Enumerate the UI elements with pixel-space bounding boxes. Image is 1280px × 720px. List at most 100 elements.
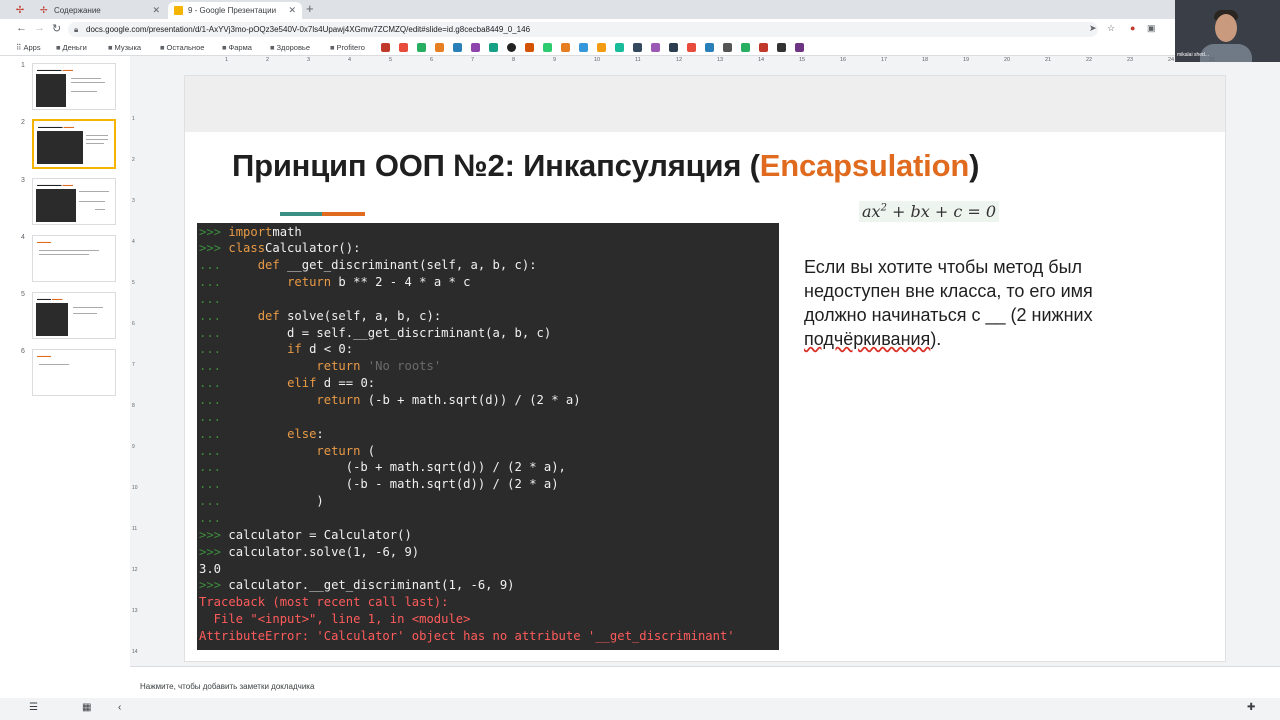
code-screenshot[interactable]: >>> importmath >>> classCalculator():... … (197, 223, 779, 650)
bookmark-favicon-icon[interactable] (435, 43, 444, 52)
thumb-text (71, 82, 105, 83)
bookmark-favicon-icon[interactable] (399, 43, 408, 52)
webcam-person (1215, 14, 1237, 42)
bookmark-favicon-icon[interactable] (687, 43, 696, 52)
quadratic-formula-image[interactable]: ax2 + bx + c = 0 (859, 201, 1000, 222)
slide-thumbnail-selected[interactable]: ▬▬▬▬▬▬▬ ▬▬▬ (32, 119, 116, 169)
prompt-marker: ... (199, 460, 229, 475)
filmstrip-view-icon[interactable]: ☰ (29, 702, 38, 713)
code-line: >>> importmath (199, 224, 302, 241)
extension-icon[interactable]: ● (1130, 23, 1135, 33)
star-icon[interactable]: ☆ (1107, 23, 1115, 34)
bookmark-favicon-icon[interactable] (741, 43, 750, 52)
thumb-code (36, 189, 76, 222)
collapse-panel-icon[interactable]: ‹ (118, 702, 121, 713)
explore-icon[interactable]: ✚ (1247, 702, 1255, 713)
bookmark-favicon-icon[interactable] (597, 43, 606, 52)
code-line: ... return ( (199, 443, 375, 460)
bookmark-folder[interactable]: ■ Деньги (56, 42, 87, 53)
prompt-marker: ... (199, 477, 229, 492)
ruler-tick-label: 9 (553, 57, 557, 63)
code-keyword: return (287, 275, 332, 290)
ruler-tick-label: 13 (132, 608, 138, 614)
grid-view-icon[interactable]: ▦ (82, 702, 91, 713)
bookmark-favicon-icon[interactable] (669, 43, 678, 52)
bookmark-folder[interactable]: ■ Здоровье (270, 42, 310, 53)
address-bar[interactable]: 🔒︎ docs.google.com/presentation/d/1-AxYV… (68, 22, 1098, 37)
bookmark-favicon-icon[interactable] (543, 43, 552, 52)
slide-title[interactable]: Принцип ООП №2: Инкапсуляция (Encapsulat… (232, 148, 979, 184)
thumb-text (39, 254, 89, 255)
code-line: ... (199, 510, 228, 527)
thumb-title: ▬▬▬▬ ▬▬▬ (37, 297, 63, 301)
bookmark-apps[interactable]: ⠿ Apps (16, 42, 41, 53)
prompt-marker: ... (199, 359, 229, 374)
tab-label: 9 - Google Презентации (188, 6, 277, 15)
code-keyword: return (316, 393, 361, 407)
close-tab-icon[interactable]: ✕ (288, 2, 296, 19)
bookmark-favicon-icon[interactable] (417, 43, 426, 52)
bookmark-favicon-icon[interactable] (723, 43, 732, 52)
folder-icon: ■ (108, 43, 113, 52)
ruler-tick-label: 5 (389, 57, 393, 63)
bookmark-folder[interactable]: ■ Фарма (222, 42, 252, 53)
bookmark-favicon-icon[interactable] (471, 43, 480, 52)
bookmark-favicon-icon[interactable] (795, 43, 804, 52)
ruler-tick-label: 20 (1004, 57, 1011, 63)
ruler-tick-label: 23 (1127, 57, 1134, 63)
tab-contents[interactable]: ✢ Содержание ✕ (34, 2, 166, 19)
code-text: : (316, 426, 324, 441)
slide-number: 5 (21, 291, 25, 298)
code-error: Traceback (most recent call last): (199, 595, 449, 610)
code-text: b ** 2 - 4 * a * c (331, 275, 471, 290)
bookmark-favicon-icon[interactable] (507, 43, 516, 52)
prompt-marker: ... (199, 443, 229, 458)
ruler-tick-label: 16 (840, 57, 847, 63)
extension-icon[interactable]: ▣ (1147, 23, 1156, 34)
bookmark-favicon-icon[interactable] (633, 43, 642, 52)
close-tab-icon[interactable]: ✕ (152, 2, 160, 19)
folder-icon: ■ (222, 43, 227, 52)
bookmark-favicon-icon[interactable] (777, 43, 786, 52)
bookmark-favicon-icon[interactable] (525, 43, 534, 52)
prompt-marker: ... (199, 393, 229, 407)
bookmark-favicon-icon[interactable] (561, 43, 570, 52)
ruler-tick-label: 2 (266, 57, 270, 63)
code-keyword: return (316, 443, 361, 458)
slide-thumbnail[interactable]: ▬▬▬▬ (32, 349, 116, 396)
pinned-tab[interactable]: ✢ (10, 2, 30, 19)
ruler-tick-label: 7 (471, 57, 475, 63)
bookmark-favicon-icon[interactable] (453, 43, 462, 52)
bookmark-favicon-icon[interactable] (759, 43, 768, 52)
ruler-tick-label: 19 (963, 57, 970, 63)
slide-canvas[interactable]: Принцип ООП №2: Инкапсуляция (Encapsulat… (185, 76, 1225, 661)
bookmark-folder[interactable]: ■ Profitero (330, 42, 365, 53)
bookmark-folder[interactable]: ■ Музыка (108, 42, 141, 53)
forward-icon[interactable]: → (34, 22, 45, 34)
slide-body-text[interactable]: Если вы хотите чтобы метод был недоступе… (804, 255, 1134, 351)
send-icon[interactable]: ➤ (1089, 23, 1097, 34)
bookmark-favicon-icon[interactable] (381, 43, 390, 52)
back-icon[interactable]: ← (16, 22, 27, 34)
new-tab-button[interactable]: + (306, 1, 314, 16)
bottom-bar: ☰ ▦ ‹ ✚ (0, 698, 1280, 720)
slide-thumbnail[interactable]: ▬▬▬▬▬▬▬ ▬▬▬ (32, 63, 116, 110)
speaker-notes[interactable]: Нажмите, чтобы добавить заметки докладчи… (130, 666, 1280, 698)
bookmark-favicon-icon[interactable] (705, 43, 714, 52)
bookmark-favicon-icon[interactable] (615, 43, 624, 52)
slide-filmstrip: 1 ▬▬▬▬▬▬▬ ▬▬▬ 2 ▬▬▬▬▬▬▬ ▬▬▬ 3 ▬▬▬▬▬▬▬ ▬▬… (0, 56, 130, 698)
slide-thumbnail[interactable]: ▬▬▬▬ ▬▬▬ (32, 292, 116, 339)
bookmark-favicon-icon[interactable] (651, 43, 660, 52)
bookmark-favicon-icon[interactable] (579, 43, 588, 52)
tab-label: Содержание (54, 6, 101, 15)
bookmark-favicon-icon[interactable] (489, 43, 498, 52)
thumb-title: ▬▬▬▬ (37, 354, 51, 358)
bookmark-folder[interactable]: ■ Остальное (160, 42, 204, 53)
slide-thumbnail[interactable]: ▬▬▬▬ (32, 235, 116, 282)
slide-thumbnail[interactable]: ▬▬▬▬▬▬▬ ▬▬▬ (32, 178, 116, 225)
code-text: __get_discriminant(self, a, b, c): (279, 258, 537, 273)
reload-icon[interactable]: ↻ (52, 22, 61, 35)
tab-slides[interactable]: 9 - Google Презентации ✕ (168, 2, 302, 19)
